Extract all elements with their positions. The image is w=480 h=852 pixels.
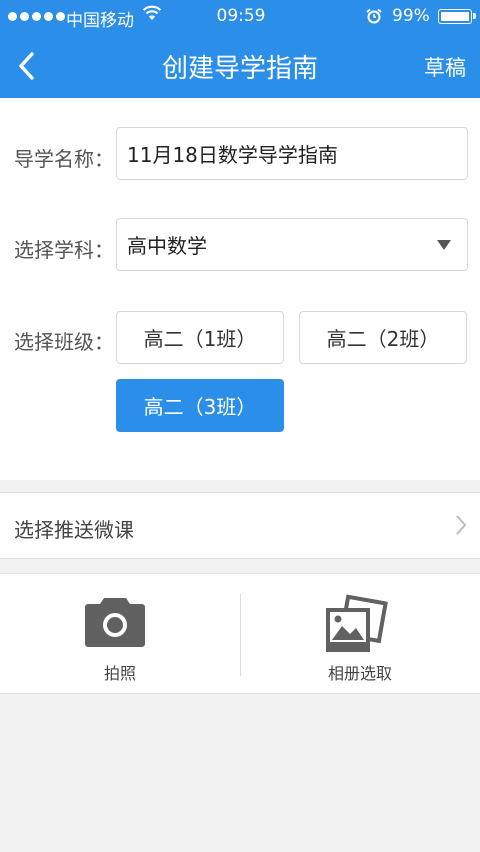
photo-album-icon [326,594,388,652]
clock: 09:59 [216,6,266,26]
class-option-1-label: 高二（1班） [143,327,257,351]
name-label: 导学名称： [14,147,114,171]
battery-percent: 99% [392,6,430,26]
class-option-3[interactable]: 高二（3班） [116,379,284,432]
guide-name-value: 11月18日数学导学指南 [127,143,338,167]
subject-label: 选择学科： [14,238,114,262]
draft-button[interactable]: 草稿 [424,52,466,82]
signal-strength-icon [8,12,65,21]
class-option-3-label: 高二（3班） [143,395,257,419]
chevron-right-icon [456,515,467,535]
dropdown-arrow-icon [437,240,451,250]
take-photo-label: 拍照 [103,664,136,683]
nav-bar: 创建导学指南 草稿 [0,34,480,98]
album-button[interactable]: 相册选取 [240,574,480,694]
media-actions: 拍照 相册选取 [0,573,480,694]
class-label: 选择班级： [14,330,114,354]
carrier-name: 中国移动 [66,11,134,31]
wifi-icon [142,5,162,20]
chevron-left-icon [19,52,34,80]
class-option-1[interactable]: 高二（1班） [116,311,284,364]
subject-value: 高中数学 [127,234,207,258]
class-option-2-label: 高二（2班） [326,327,440,351]
alarm-icon [366,8,382,24]
class-option-2[interactable]: 高二（2班） [299,311,467,364]
take-photo-button[interactable]: 拍照 [0,574,240,694]
subject-select[interactable]: 高中数学 [116,218,468,271]
battery-icon [438,9,476,24]
status-bar: 中国移动 09:59 99% [0,0,480,34]
select-weike-row[interactable]: 选择推送微课 [0,492,480,559]
guide-name-input[interactable]: 11月18日数学导学指南 [116,127,468,180]
album-label: 相册选取 [327,664,392,683]
guide-form: 导学名称： 11月18日数学导学指南 选择学科： 高中数学 选择班级： 高二（1… [0,98,480,480]
back-button[interactable] [6,44,46,88]
top-bar: 中国移动 09:59 99% 创建导学指南 草稿 [0,0,480,98]
select-weike-label: 选择推送微课 [14,518,134,542]
camera-icon [85,598,145,647]
page-title: 创建导学指南 [161,54,318,84]
